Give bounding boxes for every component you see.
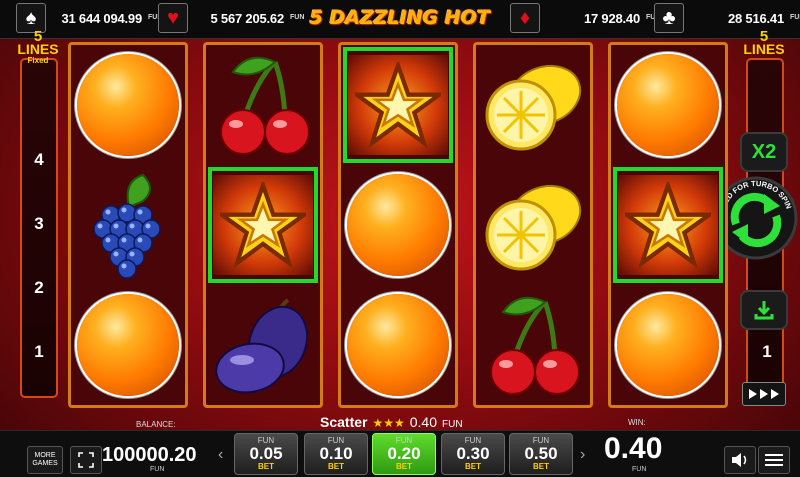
symbol-cell xyxy=(206,285,320,405)
bet-label: BET xyxy=(533,462,549,471)
win-label: WIN: xyxy=(628,418,646,427)
cherry-symbol xyxy=(220,56,310,155)
line-number: 2 xyxy=(34,278,44,297)
symbol-cell xyxy=(611,45,725,165)
speaker-icon xyxy=(732,453,747,467)
bet-button[interactable]: FUN 0.50 BET xyxy=(509,433,573,475)
scatter-amount: 0.40 xyxy=(409,414,437,430)
balance-unit: FUN xyxy=(150,466,165,473)
symbol-cell xyxy=(71,45,185,165)
jackpot-amount: 5 567 205.62 xyxy=(210,10,284,26)
menu-button[interactable] xyxy=(758,446,790,474)
bet-button[interactable]: FUN 0.30 BET xyxy=(441,433,505,475)
multiplier-button[interactable]: X2 xyxy=(740,132,788,172)
jackpot-clubs: ♣ 28 516.41 FUN xyxy=(654,3,800,33)
fullscreen-button[interactable] xyxy=(70,446,102,474)
reel-5 xyxy=(608,42,728,408)
reel-3 xyxy=(338,42,458,408)
orange-symbol xyxy=(77,294,179,396)
balance-value: 100000.20 xyxy=(102,444,197,466)
scatter-stars: ★★★ xyxy=(372,416,405,430)
plum-symbol xyxy=(215,298,309,394)
lines-label: LINES xyxy=(743,41,785,57)
line-number: 4 xyxy=(34,150,44,169)
win-value: 0.40 xyxy=(604,432,663,465)
bet-value: 0.50 xyxy=(524,444,558,463)
bet-label: BET xyxy=(328,462,344,471)
reel-1 xyxy=(68,42,188,408)
bet-button[interactable]: FUN 0.05 BET xyxy=(234,433,298,475)
star-scatter-symbol xyxy=(213,175,313,275)
symbol-cell xyxy=(341,285,455,405)
symbol-cell xyxy=(611,285,725,405)
symbol-cell xyxy=(476,45,590,165)
hamburger-menu-icon xyxy=(765,454,783,466)
game-title: 5 DAZZLING HOT xyxy=(309,7,491,29)
orange-symbol xyxy=(347,294,449,396)
reel-4 xyxy=(473,42,593,408)
bet-value: 0.20 xyxy=(387,444,421,463)
jackpot-hearts: ♥ 5 567 205.62 FUN xyxy=(158,3,304,33)
lines-indicator-left: 5 LINES Fixed xyxy=(16,29,60,66)
line-number: 3 xyxy=(34,214,44,233)
orange-symbol xyxy=(347,174,449,276)
balance-label: BALANCE: xyxy=(136,420,176,429)
win-unit: FUN xyxy=(632,466,647,473)
symbol-cell xyxy=(71,165,185,285)
jackpot-amount: 28 516.41 xyxy=(727,10,784,26)
collect-button[interactable] xyxy=(740,290,788,330)
heart-icon: ♥ xyxy=(158,3,188,33)
bet-prev-arrow[interactable]: ‹ xyxy=(218,446,223,464)
club-icon: ♣ xyxy=(654,3,684,33)
winning-symbol-cell xyxy=(611,165,725,285)
bet-label: BET xyxy=(465,462,481,471)
jackpot-amount: 17 928.40 xyxy=(583,10,640,26)
fullscreen-icon xyxy=(78,452,94,468)
bet-label: BET xyxy=(396,462,412,471)
lines-label: LINES xyxy=(17,41,59,57)
bet-value: 0.30 xyxy=(456,444,490,463)
star-scatter-symbol xyxy=(618,175,718,275)
orange-symbol xyxy=(77,54,179,156)
symbol-cell xyxy=(71,285,185,405)
line-number: 1 xyxy=(34,342,44,361)
jackpot-amount: 31 644 094.99 xyxy=(61,10,142,26)
orange-symbol xyxy=(617,294,719,396)
symbol-cell xyxy=(476,285,590,405)
bet-next-arrow[interactable]: › xyxy=(580,446,585,464)
line-number: 1 xyxy=(762,342,772,361)
star-scatter-symbol xyxy=(348,55,448,155)
scatter-info: Scatter ★★★ 0.40 FUN xyxy=(320,414,520,430)
jackpot-bar: ♠ 31 644 094.99 FUN ♥ 5 567 205.62 FUN 5… xyxy=(0,0,800,39)
diamond-icon: ♦ xyxy=(510,3,540,33)
lemon-symbol xyxy=(485,64,582,151)
orange-symbol xyxy=(617,54,719,156)
bet-value: 0.05 xyxy=(249,444,283,463)
winning-symbol-cell xyxy=(206,165,320,285)
autoplay-button[interactable] xyxy=(742,382,786,406)
symbol-cell xyxy=(341,165,455,285)
lines-indicator-right: 5 LINES xyxy=(742,29,786,57)
jackpot-unit: FUN xyxy=(148,14,163,21)
symbol-cell xyxy=(476,165,590,285)
fast-forward-icon xyxy=(749,389,779,399)
winning-symbol-cell xyxy=(341,45,455,165)
cherry-symbol xyxy=(490,296,580,395)
lemon-symbol xyxy=(485,184,582,271)
bet-label: BET xyxy=(258,462,274,471)
game-stage: ♠ 31 644 094.99 FUN ♥ 5 567 205.62 FUN 5… xyxy=(0,0,800,477)
scatter-unit: FUN xyxy=(442,419,463,430)
download-icon xyxy=(754,301,774,320)
symbol-cell xyxy=(206,45,320,165)
reel-2 xyxy=(203,42,323,408)
bet-value: 0.10 xyxy=(319,444,353,463)
jackpot-diamonds: ♦ 17 928.40 FUN xyxy=(510,3,660,33)
more-games-button[interactable]: MORE GAMES xyxy=(27,446,63,474)
scatter-label: Scatter xyxy=(320,414,368,430)
bet-button[interactable]: FUN 0.20 BET xyxy=(372,433,436,475)
jackpot-unit: FUN xyxy=(790,14,800,21)
bet-button[interactable]: FUN 0.10 BET xyxy=(304,433,368,475)
grapes-symbol xyxy=(93,173,161,279)
sound-button[interactable] xyxy=(724,446,756,474)
